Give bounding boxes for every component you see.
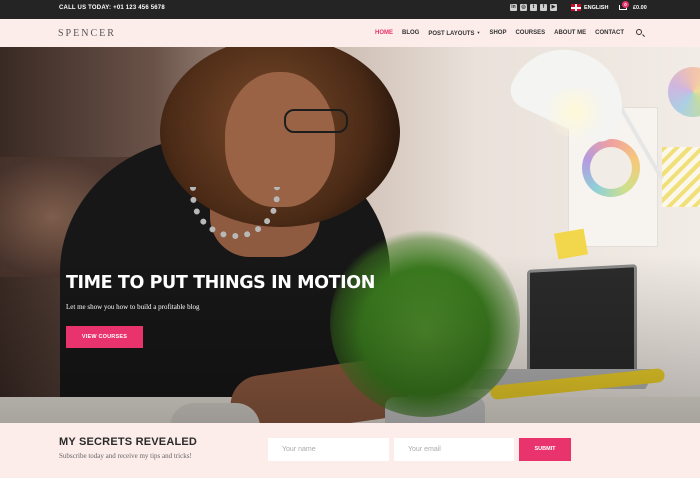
hero-subtitle: Let me show you how to build a profitabl… [66, 303, 200, 311]
nav-item-post-layouts[interactable]: POST LAYOUTS ▼ [428, 30, 480, 37]
facebook-icon[interactable]: f [540, 4, 547, 11]
subscribe-section: MY SECRETS REVEALED Subscribe today and … [0, 423, 700, 478]
search-icon[interactable] [636, 29, 642, 35]
call-us-text: CALL US TODAY: +01 123 456 5678 [59, 5, 165, 11]
image-overlay [0, 47, 700, 423]
hero-banner: TIME TO PUT THINGS IN MOTION Let me show… [0, 47, 700, 423]
top-bar: CALL US TODAY: +01 123 456 5678 in ◎ t f… [0, 0, 700, 19]
nav-item-home[interactable]: HOME [375, 30, 393, 37]
nav-item-label: POST LAYOUTS [428, 31, 475, 37]
nav-item-courses[interactable]: COURSES [515, 30, 545, 37]
name-input[interactable]: Your name [268, 438, 389, 461]
nav-menu: HOME BLOG POST LAYOUTS ▼ SHOP COURSES ABO… [375, 30, 633, 37]
youtube-icon[interactable]: ▶ [550, 4, 557, 11]
nav-item-shop[interactable]: SHOP [489, 30, 506, 37]
instagram-icon[interactable]: ◎ [520, 4, 527, 11]
nav-item-contact[interactable]: CONTACT [595, 30, 624, 37]
subscribe-text: Subscribe today and receive my tips and … [59, 452, 192, 460]
cart-count-badge: 0 [622, 1, 629, 8]
language-switcher[interactable]: ENGLISH [571, 4, 608, 11]
nav-item-about-me[interactable]: ABOUT ME [554, 30, 586, 37]
hero-title: TIME TO PUT THINGS IN MOTION [66, 273, 375, 293]
main-navigation: SPENCER HOME BLOG POST LAYOUTS ▼ SHOP COU… [0, 19, 700, 47]
subscribe-title: MY SECRETS REVEALED [59, 436, 198, 448]
linkedin-icon[interactable]: in [510, 4, 517, 11]
cart-total: £0.00 [633, 4, 647, 11]
chevron-down-icon: ▼ [476, 30, 481, 35]
nav-item-blog[interactable]: BLOG [402, 30, 419, 37]
email-input[interactable]: Your email [394, 438, 514, 461]
site-logo[interactable]: SPENCER [58, 28, 116, 39]
social-links: in ◎ t f ▶ [510, 4, 557, 11]
uk-flag-icon [571, 4, 581, 11]
twitter-icon[interactable]: t [530, 4, 537, 11]
submit-button[interactable]: SUBMIT [519, 438, 571, 461]
language-label: ENGLISH [584, 4, 609, 11]
view-courses-button[interactable]: VIEW COURSES [66, 326, 143, 348]
